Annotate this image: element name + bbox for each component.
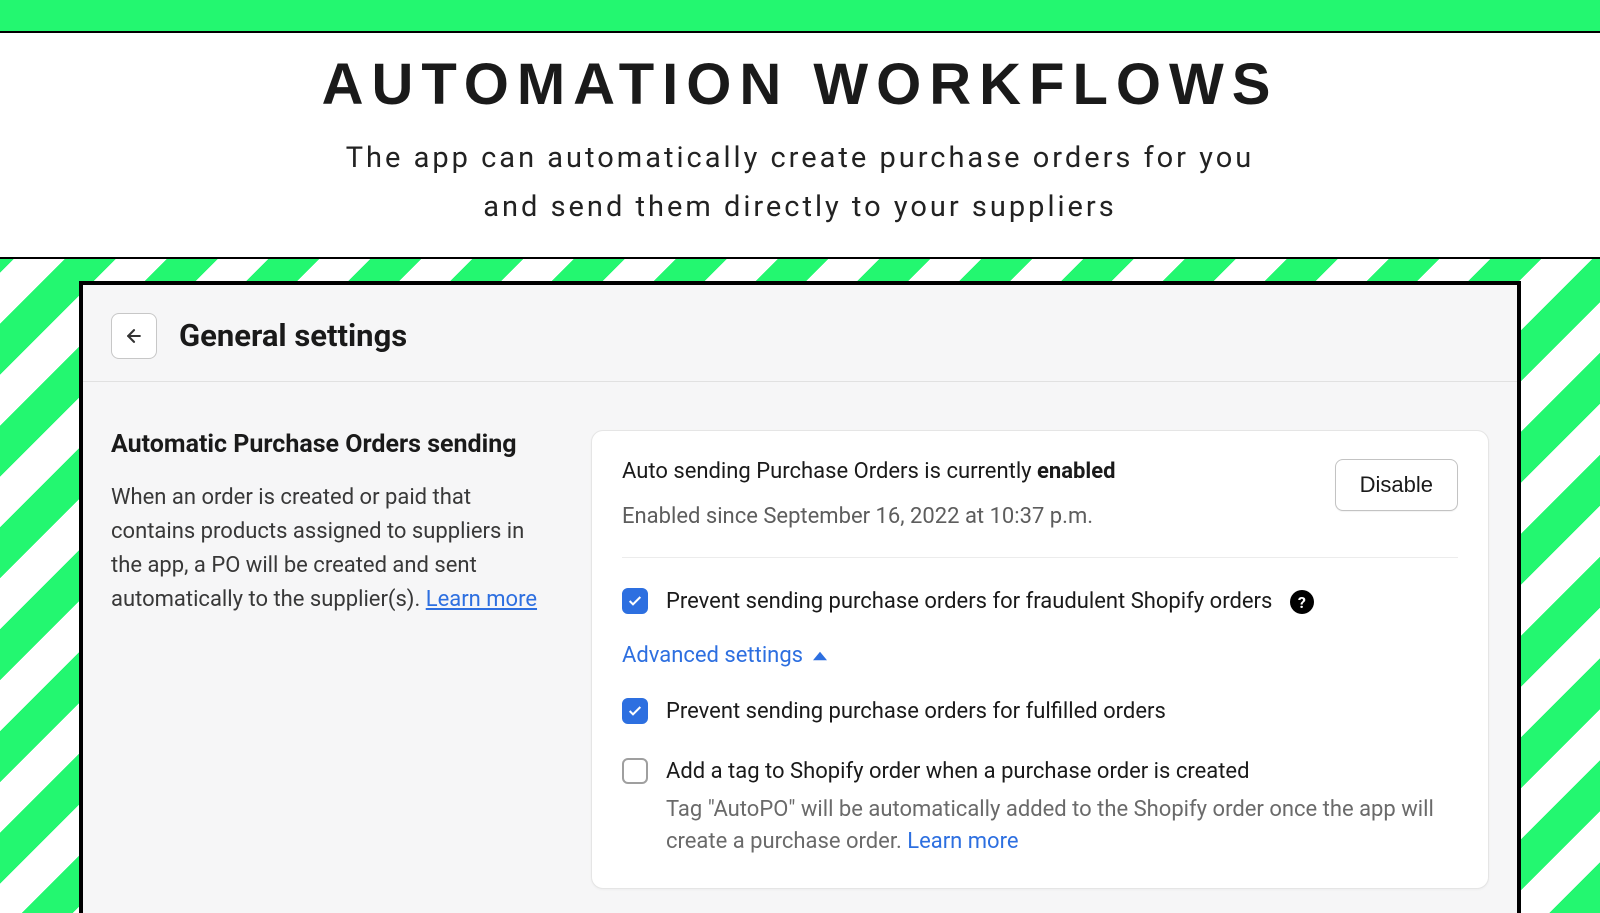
content-row: Automatic Purchase Orders sending When a… xyxy=(111,382,1489,889)
status-prefix: Auto sending Purchase Orders is currentl… xyxy=(622,459,1037,484)
settings-card: Auto sending Purchase Orders is currentl… xyxy=(591,430,1489,889)
section-left: Automatic Purchase Orders sending When a… xyxy=(111,430,551,889)
option-tag-label: Add a tag to Shopify order when a purcha… xyxy=(666,759,1250,784)
option-tag: Add a tag to Shopify order when a purcha… xyxy=(622,756,1458,858)
status-line: Auto sending Purchase Orders is currentl… xyxy=(622,459,1116,484)
banner-title: AUTOMATION WORKFLOWS xyxy=(0,51,1600,118)
stripe-background: General settings Automatic Purchase Orde… xyxy=(0,259,1600,913)
checkbox-fulfilled[interactable] xyxy=(622,698,648,724)
option-fulfilled-label: Prevent sending purchase orders for fulf… xyxy=(666,696,1166,728)
check-icon xyxy=(627,703,643,719)
caret-up-icon xyxy=(813,649,827,663)
checkbox-fraud[interactable] xyxy=(622,588,648,614)
section-description: When an order is created or paid that co… xyxy=(111,481,551,617)
page-title: General settings xyxy=(179,317,407,354)
banner-header: AUTOMATION WORKFLOWS The app can automat… xyxy=(0,33,1600,257)
banner-subtitle: The app can automatically create purchas… xyxy=(0,134,1600,233)
check-icon xyxy=(627,593,643,609)
panel-header: General settings xyxy=(111,305,1489,381)
banner-green-top xyxy=(0,0,1600,31)
status-text-block: Auto sending Purchase Orders is currentl… xyxy=(622,459,1116,529)
help-icon[interactable]: ? xyxy=(1290,590,1314,614)
learn-more-link[interactable]: Learn more xyxy=(426,587,537,612)
tag-learn-more-link[interactable]: Learn more xyxy=(907,829,1018,854)
status-row: Auto sending Purchase Orders is currentl… xyxy=(622,459,1458,558)
option-fraud-label: Prevent sending purchase orders for frau… xyxy=(666,586,1314,618)
banner-subtitle-line1: The app can automatically create purchas… xyxy=(346,141,1255,175)
section-right: Auto sending Purchase Orders is currentl… xyxy=(591,430,1489,889)
arrow-left-icon xyxy=(124,326,144,346)
option-fraud-text: Prevent sending purchase orders for frau… xyxy=(666,589,1272,614)
disable-button[interactable]: Disable xyxy=(1335,459,1458,511)
section-title: Automatic Purchase Orders sending xyxy=(111,430,551,459)
option-fulfilled: Prevent sending purchase orders for fulf… xyxy=(622,696,1458,728)
checkbox-tag[interactable] xyxy=(622,758,648,784)
option-tag-subtext: Tag "AutoPO" will be automatically added… xyxy=(666,794,1458,858)
option-tag-sub: Tag "AutoPO" will be automatically added… xyxy=(666,797,1434,854)
status-state: enabled xyxy=(1037,459,1115,484)
option-tag-text-block: Add a tag to Shopify order when a purcha… xyxy=(666,756,1458,858)
back-button[interactable] xyxy=(111,313,157,359)
advanced-settings-toggle[interactable]: Advanced settings xyxy=(622,643,1458,668)
banner-subtitle-line2: and send them directly to your suppliers xyxy=(483,190,1116,224)
settings-panel: General settings Automatic Purchase Orde… xyxy=(79,281,1521,913)
option-fraud: Prevent sending purchase orders for frau… xyxy=(622,586,1458,618)
status-since: Enabled since September 16, 2022 at 10:3… xyxy=(622,504,1116,529)
advanced-settings-label: Advanced settings xyxy=(622,643,803,668)
